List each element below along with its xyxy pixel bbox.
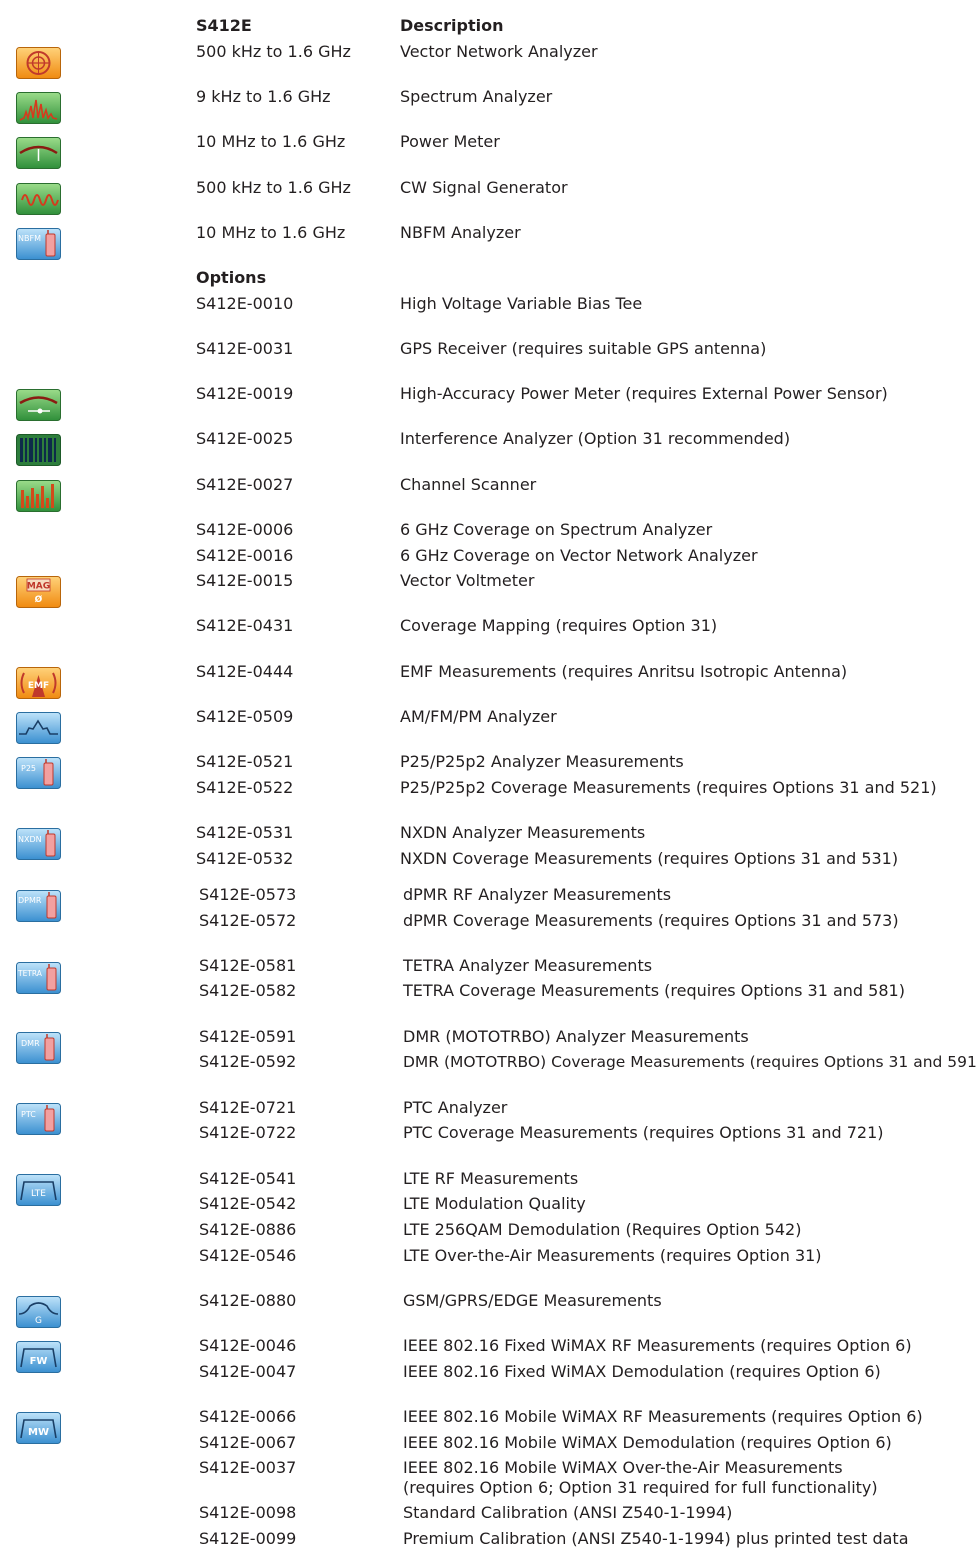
spectrum-icon: [16, 92, 61, 124]
svg-text:NBFM: NBFM: [18, 234, 41, 243]
tetra-icon: TETRA: [16, 962, 61, 994]
svg-text:FW: FW: [30, 1356, 48, 1367]
svg-text:P25: P25: [21, 764, 36, 773]
svg-text:DPMR: DPMR: [18, 896, 42, 905]
dpmr-icon: DPMR: [16, 890, 61, 922]
gsm-icon: G: [16, 1296, 61, 1328]
svg-text:Ø: Ø: [35, 594, 43, 605]
description-heading: Description: [400, 16, 504, 35]
channel-scanner-icon: [16, 480, 61, 512]
nxdn-icon: NXDN: [16, 828, 61, 860]
power-sensor-icon: [16, 389, 61, 421]
power-meter-icon: [16, 137, 61, 169]
ptc-icon: PTC: [16, 1103, 61, 1135]
lte-icon: LTE: [16, 1174, 61, 1206]
vna-icon: [16, 47, 61, 79]
svg-text:DMR: DMR: [21, 1039, 40, 1048]
svg-text:NXDN: NXDN: [18, 835, 42, 844]
mobile-wimax-icon: MW: [16, 1412, 61, 1444]
signal-generator-icon: [16, 183, 61, 215]
svg-text:TETRA: TETRA: [17, 969, 43, 978]
model-heading: S412E: [196, 16, 252, 35]
fixed-wimax-icon: FW: [16, 1341, 61, 1373]
svg-text:MW: MW: [28, 1427, 49, 1438]
vector-voltmeter-icon: MAG Ø: [16, 576, 61, 608]
nbfm-icon: NBFM: [16, 228, 61, 260]
svg-text:EMF: EMF: [28, 681, 49, 691]
interference-analyzer-icon: [16, 434, 61, 466]
am-fm-pm-icon: [16, 712, 61, 744]
svg-text:LTE: LTE: [31, 1189, 46, 1199]
svg-text:PTC: PTC: [21, 1110, 36, 1119]
p25-icon: P25: [16, 757, 61, 789]
emf-icon: EMF: [16, 667, 61, 699]
dmr-icon: DMR: [16, 1032, 61, 1064]
svg-text:MAG: MAG: [27, 582, 50, 592]
svg-text:G: G: [35, 1316, 42, 1326]
